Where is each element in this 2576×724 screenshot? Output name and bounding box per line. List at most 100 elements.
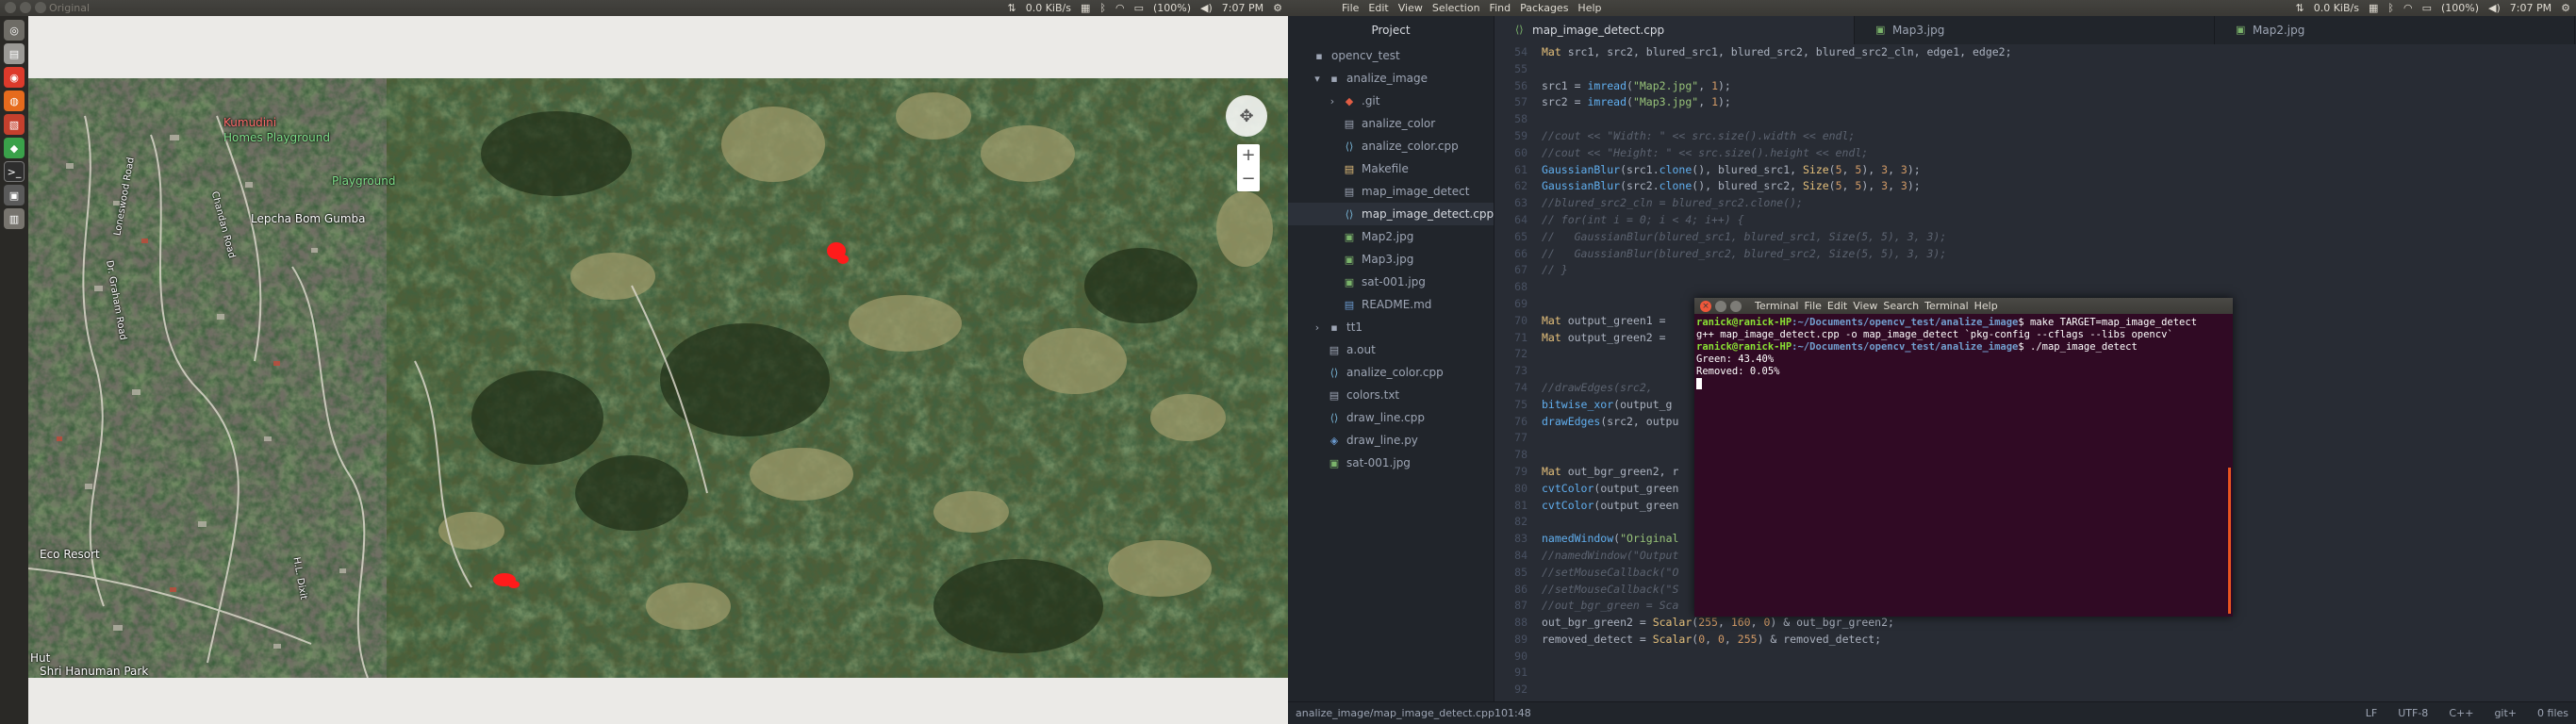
tree-item[interactable]: ⟨⟩ analize_color.cpp [1288, 135, 1494, 157]
tree-item[interactable]: ▤ Makefile [1288, 157, 1494, 180]
minimize-window-icon[interactable] [20, 2, 31, 13]
chevron-icon[interactable]: › [1328, 90, 1337, 113]
bluetooth-icon[interactable]: ᛒ [2387, 2, 2394, 14]
firefox-icon[interactable]: ◍ [4, 90, 25, 111]
satellite-texture [28, 78, 1288, 678]
android-studio-icon[interactable]: ◆ [4, 138, 25, 158]
dash-home-icon[interactable]: ◎ [4, 20, 25, 41]
status-encoding[interactable]: UTF-8 [2398, 702, 2428, 724]
tab-map3-jpg[interactable]: ▣ Map3.jpg [1855, 16, 2215, 44]
python-icon: ◈ [1329, 435, 1339, 447]
menu-view[interactable]: View [1398, 2, 1423, 14]
tree-item[interactable]: ▪ opencv_test [1288, 44, 1494, 67]
folder-icon: ▪ [1330, 321, 1338, 334]
tree-item[interactable]: ▾ ▪ analize_image [1288, 67, 1494, 90]
tree-item[interactable]: ▤ analize_color [1288, 112, 1494, 135]
zoom-out-button[interactable]: − [1241, 168, 1255, 191]
tab-map2-jpg[interactable]: ▣ Map2.jpg [2215, 16, 2575, 44]
status-cursor-position[interactable]: 101:48 [1494, 702, 1531, 724]
clock-right[interactable]: 7:07 PM [2510, 2, 2551, 14]
keyboard-icon[interactable]: ▦ [1081, 2, 1090, 14]
status-grammar[interactable]: C++ [2449, 702, 2473, 724]
battery-icon[interactable]: ▭ [1134, 2, 1144, 14]
clock[interactable]: 7:07 PM [1222, 2, 1263, 14]
tree-item[interactable]: ⟨⟩ draw_line.cpp [1288, 406, 1494, 429]
tree-item[interactable]: ▤ a.out [1288, 338, 1494, 361]
map-compass-control[interactable]: ✥ [1226, 95, 1267, 137]
close-window-icon[interactable] [5, 2, 16, 13]
battery-icon[interactable]: ▭ [2422, 2, 2432, 14]
menu-selection[interactable]: Selection [1432, 2, 1480, 14]
maximize-window-icon[interactable] [35, 2, 46, 13]
tree-item[interactable]: ▣ sat-001.jpg [1288, 452, 1494, 474]
wifi-icon[interactable]: ◠ [1115, 2, 1125, 14]
code-line: 67// } [1514, 263, 1568, 277]
tree-item[interactable]: ▣ sat-001.jpg [1288, 271, 1494, 293]
terminal-menu-help[interactable]: Help [1974, 300, 1998, 312]
tree-item[interactable]: ▣ Map2.jpg [1288, 225, 1494, 248]
volume-icon[interactable]: ◀) [1200, 2, 1213, 14]
status-git[interactable]: git+ [2494, 702, 2517, 724]
terminal-menu-file[interactable]: File [1805, 300, 1822, 312]
wifi-icon[interactable]: ◠ [2403, 2, 2413, 14]
minimize-icon[interactable] [1715, 300, 1726, 312]
folder-icon: ▪ [1330, 73, 1338, 85]
battery-level: (100%) [1153, 2, 1192, 14]
terminal-menu-search[interactable]: Search [1883, 300, 1919, 312]
maximize-icon[interactable] [1730, 300, 1742, 312]
unity-launcher: ◎ ▤ ◉ ◍ ▧ ◆ >_ ▣ ▥ [0, 16, 28, 724]
map-label-kumudini: Kumudini [223, 116, 277, 129]
terminal-line: Green: 43.40% [1696, 354, 1775, 365]
menu-edit[interactable]: Edit [1368, 2, 1388, 14]
terminal-titlebar: × Terminal File Edit View Search Termina… [1694, 298, 2233, 314]
transfer-icon[interactable]: ⇅ [1008, 2, 1016, 14]
tree-item[interactable]: › ◆ .git [1288, 90, 1494, 112]
writer-icon[interactable]: ▧ [4, 114, 25, 135]
tree-item[interactable]: ▤ colors.txt [1288, 384, 1494, 406]
volume-icon[interactable]: ◀) [2488, 2, 2501, 14]
zoom-in-button[interactable]: + [1241, 144, 1255, 168]
chrome-icon[interactable]: ◉ [4, 67, 25, 88]
terminal-output[interactable]: ranick@ranick-HP:~/Documents/opencv_test… [1694, 314, 2233, 393]
tree-item-label: analize_color.cpp [1362, 140, 1459, 153]
tree-item[interactable]: ▤ README.md [1288, 293, 1494, 316]
image-viewer-icon[interactable]: ▣ [4, 185, 25, 206]
terminal-menu-view[interactable]: View [1853, 300, 1877, 312]
menu-packages[interactable]: Packages [1520, 2, 1568, 14]
terminal-cursor-line [1696, 378, 2231, 390]
terminal-icon[interactable]: >_ [4, 161, 25, 182]
transfer-icon[interactable]: ⇅ [2296, 2, 2304, 14]
tree-item[interactable]: › ▪ tt1 [1288, 316, 1494, 338]
tree-item[interactable]: ▣ Map3.jpg [1288, 248, 1494, 271]
files-icon[interactable]: ▤ [4, 43, 25, 64]
keyboard-icon[interactable]: ▦ [2369, 2, 2378, 14]
status-files[interactable]: 0 files [2537, 702, 2568, 724]
settings-gear-icon[interactable]: ⚙ [2561, 2, 2570, 14]
tab-label: Map2.jpg [2253, 24, 2305, 37]
binary-icon: ▤ [1344, 118, 1355, 130]
terminal-window[interactable]: × Terminal File Edit View Search Termina… [1694, 298, 2233, 617]
menu-file[interactable]: File [1342, 2, 1359, 14]
tree-item[interactable]: ⟨⟩ analize_color.cpp [1288, 361, 1494, 384]
status-line-ending[interactable]: LF [2366, 702, 2377, 724]
menu-find[interactable]: Find [1490, 2, 1511, 14]
tree-item[interactable]: ◈ draw_line.py [1288, 429, 1494, 452]
status-bar: analize_image/map_image_detect.cpp 101:4… [1288, 701, 2576, 724]
menu-help[interactable]: Help [1577, 2, 1601, 14]
trash-icon[interactable]: ▥ [4, 208, 25, 229]
close-icon[interactable]: × [1700, 300, 1711, 312]
chevron-icon[interactable]: ▾ [1313, 68, 1322, 90]
status-file-path[interactable]: analize_image/map_image_detect.cpp [1296, 702, 1494, 724]
terminal-scrollbar[interactable] [2228, 468, 2231, 614]
markdown-icon: ▤ [1344, 299, 1355, 311]
chevron-icon[interactable]: › [1313, 317, 1322, 339]
settings-gear-icon[interactable]: ⚙ [1273, 2, 1282, 14]
tree-item[interactable]: ▤ map_image_detect [1288, 180, 1494, 203]
bluetooth-icon[interactable]: ᛒ [1099, 2, 1106, 14]
terminal-menu-terminal[interactable]: Terminal [1924, 300, 1969, 312]
top-panel-left: Original ⇅ 0.0 KiB/s ▦ ᛒ ◠ ▭ (100%) ◀) 7… [0, 0, 1288, 16]
satellite-map-image[interactable]: Kumudini Homes Playground Playground Lep… [28, 78, 1288, 678]
terminal-menu-edit[interactable]: Edit [1827, 300, 1847, 312]
tab-map-image-detect-cpp[interactable]: ⟨⟩ map_image_detect.cpp [1494, 16, 1855, 44]
tree-item[interactable]: ⟨⟩ map_image_detect.cpp [1288, 203, 1494, 225]
